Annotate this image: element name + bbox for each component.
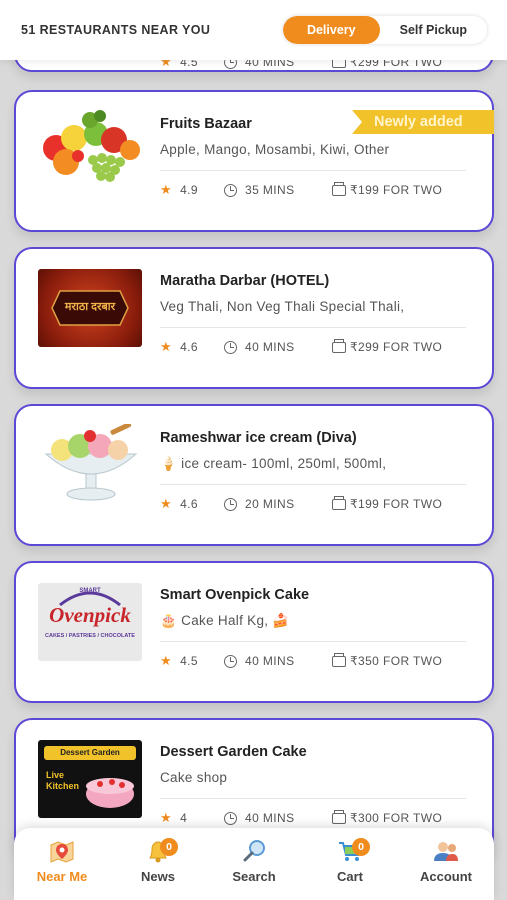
nav-label: News [141,869,175,884]
restaurant-count: 51 RESTAURANTS NEAR YOU [21,23,211,37]
clock-icon [224,183,237,197]
fruits-image [38,110,144,190]
cost-for-two: ₹199 FOR TWO [350,497,443,511]
wallet-icon [332,652,346,667]
star-icon: ★ [160,810,173,825]
wallet-icon [332,338,346,353]
delivery-time: 35 MINS [245,183,295,197]
newly-added-ribbon: Newly added [352,110,494,134]
star-icon: ★ [160,496,173,511]
logo-text: Ovenpick [49,603,131,627]
dessert-garden-logo: Dessert Garden Live Kitchen [38,740,142,818]
restaurant-description: 🎂 Cake Half Kg, 🍰 [160,613,290,628]
nav-label: Search [232,869,276,884]
cart-badge: 0 [352,838,370,856]
restaurant-name: Dessert Garden Cake [160,744,307,760]
restaurant-description: 🍦 ice cream- 100ml, 250ml, 500ml, [160,456,387,471]
card-meta: ★ 4.9 35 MINS ₹199 FOR TWO [160,181,466,198]
ovenpick-logo: SMART Ovenpick CAKES / PASTRIES / CHOCOL… [38,583,142,661]
card-meta: ★ 4 40 MINS ₹300 FOR TWO [160,809,466,826]
star-icon: ★ [160,653,173,668]
map-pin-icon [50,841,74,863]
rating-value: 4.5 [180,654,198,668]
star-icon: ★ [160,182,173,197]
divider [160,641,466,642]
top-bar: 51 RESTAURANTS NEAR YOU Delivery Self Pi… [0,0,507,60]
logo-top-text: SMART [79,588,101,594]
nav-cart[interactable]: 0 Cart [302,828,398,900]
cost-for-two: ₹300 FOR TWO [350,811,443,825]
divider [160,798,466,799]
nav-label: Cart [336,869,363,884]
restaurant-name: Fruits Bazaar [160,116,252,132]
wallet-icon [332,495,346,510]
clock-icon [224,497,237,511]
logo-subtext: CAKES / PASTRIES / CHOCOLATE [45,633,135,639]
divider [160,484,466,485]
star-icon: ★ [160,339,173,354]
maratha-darbar-logo: मराठा दरबार [38,269,142,347]
clock-icon [224,340,237,354]
nav-near-me[interactable]: Near Me [14,828,110,900]
rating-value: 4.6 [180,497,198,511]
restaurant-description: Veg Thali, Non Veg Thali Special Thali, [160,299,405,314]
logo-text: मराठा दरबार [64,301,116,313]
clock-icon [224,811,237,825]
cost-for-two: ₹299 FOR TWO [350,340,443,354]
search-icon [243,840,265,862]
delivery-tab[interactable]: Delivery [282,16,380,44]
rating-value: 4.9 [180,183,198,197]
delivery-time: 40 MINS [245,654,295,668]
clock-icon [224,654,237,668]
cost-for-two: ₹350 FOR TWO [350,654,443,668]
restaurant-name: Maratha Darbar (HOTEL) [160,273,330,289]
ice-cream-image [38,424,144,504]
card-meta: ★ 4.5 40 MINS ₹350 FOR TWO [160,652,466,669]
card-meta: ★ 4.6 20 MINS ₹199 FOR TWO [160,495,466,512]
restaurant-description: Apple, Mango, Mosambi, Kiwi, Other [160,142,390,157]
restaurant-card[interactable]: Newly added Fruits Bazaar Apple, Mango, … [14,90,494,232]
delivery-time: 40 MINS [245,340,295,354]
news-badge: 0 [160,838,178,856]
rating-value: 4.6 [180,340,198,354]
cost-for-two: ₹199 FOR TWO [350,183,443,197]
wallet-icon [332,181,346,196]
nav-search[interactable]: Search [206,828,302,900]
restaurant-description: Cake shop [160,770,228,785]
divider [160,327,466,328]
nav-news[interactable]: 0 News [110,828,206,900]
divider [160,170,466,171]
wallet-icon [332,809,346,824]
delivery-time: 40 MINS [245,811,295,825]
account-icon [434,842,458,861]
card-meta: ★ 4.6 40 MINS ₹299 FOR TWO [160,338,466,355]
rating-value: 4 [180,811,188,825]
nav-account[interactable]: Account [398,828,494,900]
restaurant-card[interactable]: मराठा दरबार Maratha Darbar (HOTEL) Veg T… [14,247,494,389]
restaurant-name: Rameshwar ice cream (Diva) [160,430,357,446]
bottom-nav: Near Me 0 News Search 0 Cart Account [14,828,494,900]
delivery-time: 20 MINS [245,497,295,511]
nav-label: Near Me [36,869,88,884]
nav-label: Account [420,869,472,884]
restaurant-card[interactable]: SMART Ovenpick CAKES / PASTRIES / CHOCOL… [14,561,494,703]
restaurant-card[interactable]: Rameshwar ice cream (Diva) 🍦 ice cream- … [14,404,494,546]
restaurant-list[interactable]: ★ 4.5 40 MINS ₹299 FOR TWO Newly added F… [0,0,507,900]
self-pickup-tab[interactable]: Self Pickup [380,16,487,44]
order-mode-toggle[interactable]: Delivery Self Pickup [282,16,487,44]
restaurant-name: Smart Ovenpick Cake [160,587,310,603]
